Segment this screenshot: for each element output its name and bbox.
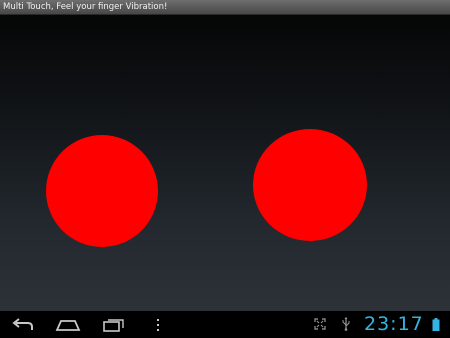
usb-icon: [342, 316, 350, 331]
device-screen: Multi Touch, Feel your finger Vibration!: [0, 0, 450, 338]
recent-apps-button[interactable]: [98, 314, 130, 335]
touch-point: [46, 135, 158, 247]
back-button[interactable]: [8, 314, 38, 335]
menu-button[interactable]: [150, 314, 166, 335]
battery-icon: [432, 317, 439, 331]
screen-compatibility-icon: [314, 318, 326, 330]
system-clock: 23:17: [364, 313, 424, 335]
touch-point: [253, 129, 367, 241]
touch-canvas[interactable]: [0, 15, 450, 311]
app-title: Multi Touch, Feel your finger Vibration!: [3, 2, 168, 12]
menu-icon: [157, 318, 159, 331]
app-title-bar: Multi Touch, Feel your finger Vibration!: [0, 0, 450, 15]
usb-status: [340, 316, 352, 331]
back-icon: [12, 317, 33, 330]
home-icon: [55, 319, 81, 331]
screen-compatibility-button[interactable]: [313, 317, 327, 331]
home-button[interactable]: [52, 314, 84, 335]
battery-status: [431, 317, 440, 331]
recent-apps-icon: [103, 318, 124, 332]
system-navigation-bar: 23:17: [0, 311, 450, 338]
